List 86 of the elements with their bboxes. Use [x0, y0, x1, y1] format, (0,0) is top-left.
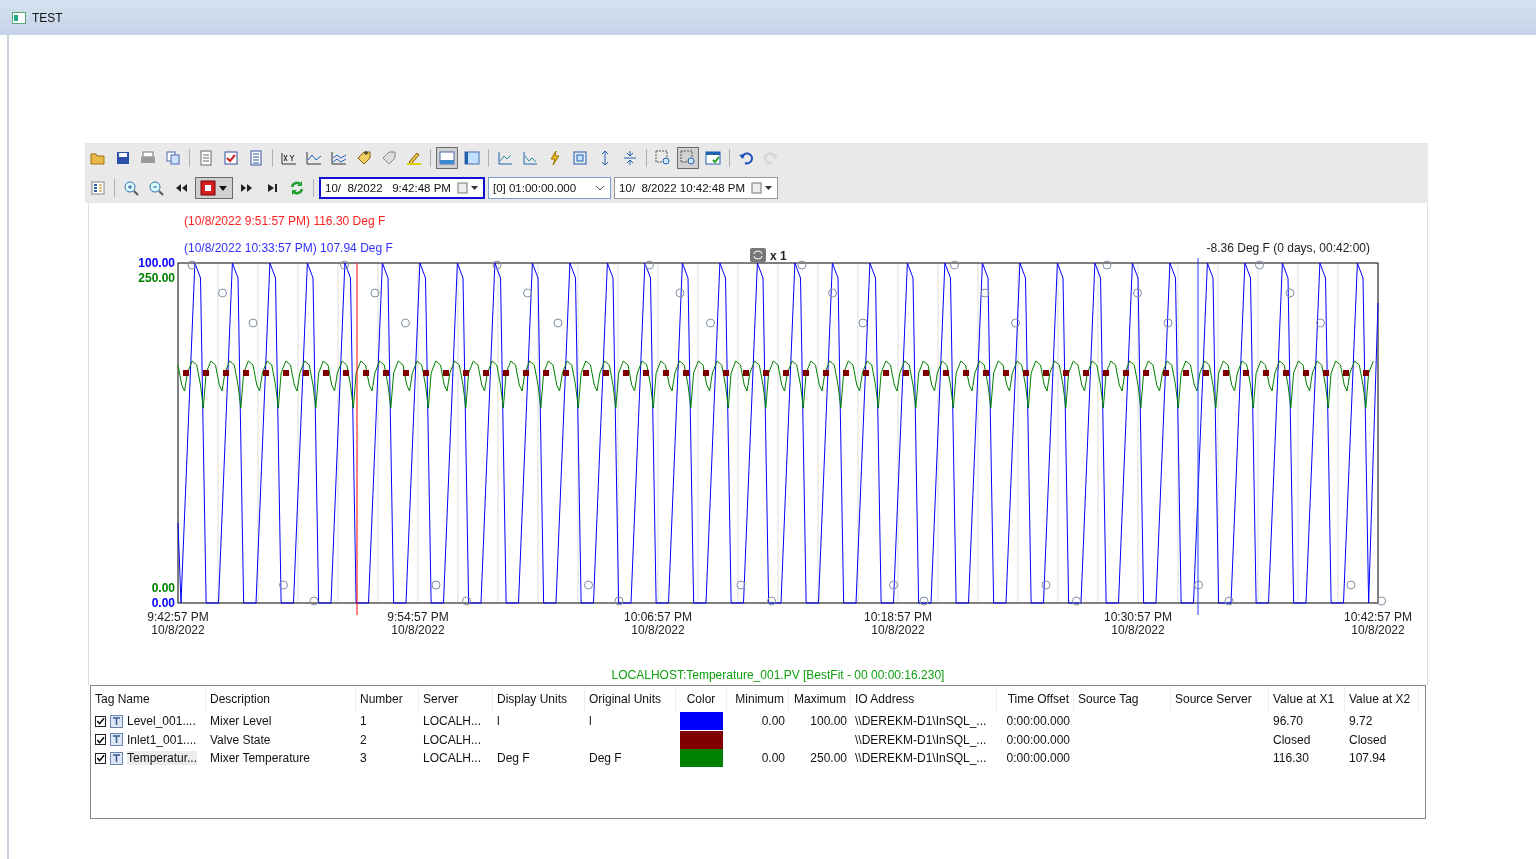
tag-icon: [110, 714, 123, 728]
sync-icon: [750, 248, 766, 262]
x-axis-label: 10:06:57 PM: [624, 610, 692, 624]
table-cell: 107.94: [1349, 751, 1386, 766]
table-cell: l: [497, 714, 500, 729]
checkbox[interactable]: [95, 752, 106, 764]
table-cell[interactable]: Inlet1_001....: [127, 732, 197, 747]
delta-label: -8.36 Deg F (0 days, 00:42:00): [1206, 241, 1370, 255]
table-cell: Deg F: [589, 751, 622, 766]
column-header[interactable]: Time Offset: [997, 686, 1074, 712]
table-cell: 2: [360, 732, 367, 747]
table-cell: 0.00: [761, 714, 785, 729]
column-header[interactable]: IO Address: [851, 686, 997, 712]
table-cell: 9.72: [1349, 714, 1373, 729]
chart-legend: LOCALHOST:Temperature_001.PV [BestFit - 00 00:00:16.230]: [611, 668, 945, 682]
stop-button[interactable]: [195, 177, 233, 199]
table-cell: Deg F: [497, 751, 530, 766]
table-cell: Closed: [1349, 732, 1387, 747]
y-axis-label: 250.00: [138, 271, 175, 285]
x-axis-label: 10/8/2022: [631, 623, 685, 637]
table-cell: \\DEREKM-D1\InSQL_...: [855, 732, 987, 747]
table-cell: LOCALH...: [423, 732, 482, 747]
zoom-level: x 1: [770, 249, 787, 263]
calendar-dropdown-icon[interactable]: [456, 182, 479, 194]
x-axis-label: 10:42:57 PM: [1344, 610, 1412, 624]
cursor-label: (10/8/2022 10:33:57 PM) 107.94 Deg F: [184, 241, 393, 255]
table-cell: \\DEREKM-D1\InSQL_...: [855, 714, 987, 729]
end-time-field[interactable]: 10/ 8/2022 10:42:48 PM: [614, 177, 779, 199]
y-axis-label: 0.00: [151, 596, 175, 610]
checkbox[interactable]: [95, 715, 106, 727]
x-axis-label: 9:54:57 PM: [387, 610, 449, 624]
table-cell: 3: [360, 751, 367, 766]
dropdown-arrow-icon: [218, 183, 228, 193]
x-axis-label: 10/8/2022: [871, 623, 925, 637]
x-axis-label: 9:42:57 PM: [147, 610, 209, 624]
checkbox[interactable]: [95, 734, 106, 746]
table-cell: 1: [360, 714, 367, 729]
table-cell: 0:00:00.000: [1006, 714, 1070, 729]
column-header[interactable]: Value at X2: [1345, 686, 1419, 712]
table-cell: 100.00: [810, 714, 847, 729]
column-header[interactable]: Value at X1: [1269, 686, 1345, 712]
bottom-panel-icon[interactable]: [436, 147, 458, 169]
start-time-field[interactable]: 10/ 8/2022 9:42:48 PM: [319, 177, 485, 199]
column-header[interactable]: Display Units: [493, 686, 585, 712]
x-axis-label: 10/8/2022: [151, 623, 205, 637]
table-cell: \\DEREKM-D1\InSQL_...: [855, 751, 987, 766]
window-title: TEST: [32, 10, 63, 25]
table-cell[interactable]: Level_001....: [127, 714, 196, 729]
y-axis-label: 100.00: [138, 256, 175, 270]
table-cell: 0.00: [761, 751, 785, 766]
calendar-dropdown-icon[interactable]: [751, 182, 774, 194]
x-axis-label: 10:18:57 PM: [864, 610, 932, 624]
x-axis-label: 10/8/2022: [1111, 623, 1165, 637]
table-cell: 96.70: [1273, 714, 1304, 729]
duration-field[interactable]: [0] 01:00:00.000: [487, 177, 612, 199]
tag-icon: [110, 751, 123, 765]
column-header[interactable]: Original Units: [585, 686, 676, 712]
y-axis-label: 0.00: [151, 581, 175, 595]
table-cell: 250.00: [810, 751, 847, 766]
column-header[interactable]: Number: [356, 686, 419, 712]
x-axis-label: 10/8/2022: [1351, 623, 1405, 637]
stop-icon: [200, 180, 216, 196]
table-cell: LOCALH...: [423, 751, 482, 766]
table-cell: 116.30: [1273, 751, 1309, 766]
column-header[interactable]: Maximum: [789, 686, 851, 712]
column-header[interactable]: Source Server: [1171, 686, 1269, 712]
column-header[interactable]: Description: [206, 686, 356, 712]
table-cell: Valve State: [210, 732, 271, 747]
table-cell: Closed: [1273, 732, 1311, 747]
column-header[interactable]: Tag Name: [91, 686, 206, 712]
cursor-label: (10/8/2022 9:51:57 PM) 116.30 Deg F: [184, 214, 386, 228]
table-cell: Mixer Temperature: [210, 751, 310, 766]
column-header[interactable]: Minimum: [727, 686, 789, 712]
table-cell[interactable]: Temperatur...: [127, 751, 198, 766]
table-cell: 0:00:00.000: [1006, 751, 1070, 766]
column-header[interactable]: Source Tag: [1074, 686, 1171, 712]
app-icon: [12, 11, 26, 24]
tag-icon: [110, 733, 123, 747]
x-axis-label: 10/8/2022: [391, 623, 445, 637]
table-cell: Mixer Level: [210, 714, 272, 729]
column-header[interactable]: Server: [419, 686, 493, 712]
x-axis-label: 10:30:57 PM: [1104, 610, 1172, 624]
table-cell: 0:00:00.000: [1006, 732, 1070, 747]
table-cell: l: [589, 714, 592, 729]
zoom-box-icon[interactable]: [677, 147, 699, 169]
table-cell: LOCALH...: [423, 714, 482, 729]
